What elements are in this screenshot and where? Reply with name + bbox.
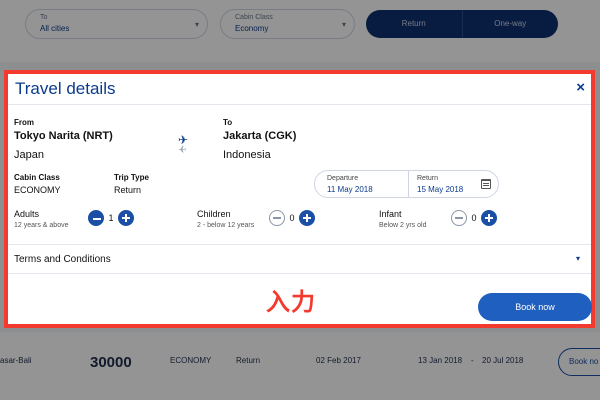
infant-count: 0 [471, 213, 477, 223]
infant-label: Infant [379, 209, 402, 219]
children-count: 0 [289, 213, 295, 223]
children-stepper: 0 [269, 210, 315, 226]
trip-type-value: Return [114, 185, 142, 195]
to-label: To [223, 118, 233, 127]
travel-details-modal: Travel details × From Tokyo Narita (NRT)… [4, 70, 595, 328]
children-label: Children [197, 209, 231, 219]
adults-count: 1 [108, 213, 114, 223]
chevron-down-icon[interactable]: ▾ [576, 254, 580, 263]
children-sublabel: 2 - below 12 years [197, 222, 255, 229]
to-country: Indonesia [223, 149, 271, 161]
terms-and-conditions[interactable]: Terms and Conditions [14, 254, 111, 265]
plus-icon[interactable] [299, 210, 315, 226]
departure-field[interactable]: Departure 11 May 2018 [315, 171, 408, 197]
annotation-label: 入力 [266, 289, 316, 316]
adults-label: Adults [14, 209, 40, 219]
adults-stepper: 1 [88, 210, 134, 226]
from-label: From [14, 118, 34, 127]
minus-icon[interactable] [88, 210, 104, 226]
modal-title: Travel details [15, 79, 116, 98]
infant-stepper: 0 [451, 210, 497, 226]
cabin-class-value: ECONOMY [14, 185, 61, 195]
return-field[interactable]: Return 15 May 2018 [408, 171, 498, 197]
to-city: Jakarta (CGK) [223, 130, 297, 142]
plus-icon[interactable] [481, 210, 497, 226]
plus-icon[interactable] [118, 210, 134, 226]
departure-label: Departure [327, 175, 359, 182]
plane-return-icon: ✈ [178, 145, 187, 156]
minus-icon[interactable] [451, 210, 467, 226]
close-icon[interactable]: × [576, 79, 585, 96]
from-city: Tokyo Narita (NRT) [14, 130, 113, 142]
minus-icon[interactable] [269, 210, 285, 226]
date-picker[interactable]: Departure 11 May 2018 Return 15 May 2018 [314, 170, 499, 198]
adults-sublabel: 12 years & above [14, 222, 69, 229]
infant-sublabel: Below 2 yrs old [379, 222, 427, 229]
trip-type-label: Trip Type [114, 173, 149, 182]
cabin-class-label: Cabin Class [14, 173, 60, 182]
departure-value: 11 May 2018 [327, 185, 373, 194]
divider [8, 244, 591, 245]
divider [8, 104, 591, 105]
book-now-button[interactable]: Book now [478, 293, 592, 321]
calendar-icon[interactable] [481, 179, 491, 189]
divider [8, 273, 591, 274]
from-country: Japan [14, 149, 44, 161]
